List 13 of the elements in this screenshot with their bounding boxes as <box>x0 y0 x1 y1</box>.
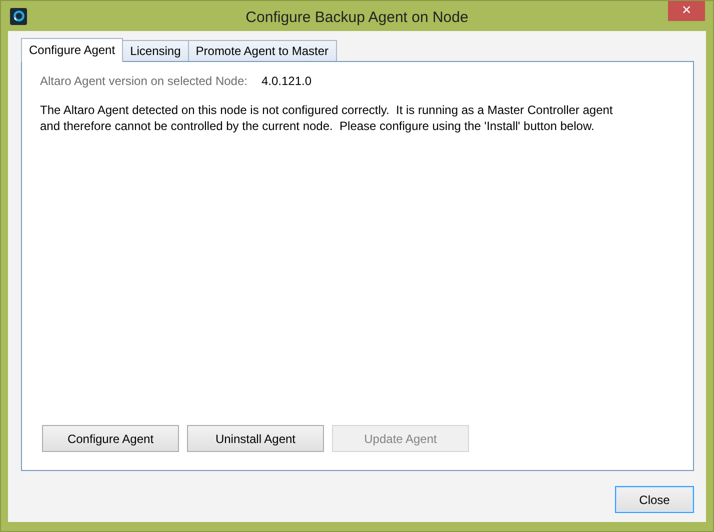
tab[interactable]: Promote Agent to Master <box>188 40 336 61</box>
close-button[interactable]: Close <box>615 486 694 513</box>
window-title: Configure Backup Agent on Node <box>246 8 468 28</box>
app-icon <box>10 8 27 24</box>
close-window-button[interactable]: × <box>668 1 705 21</box>
version-value: 4.0.121.0 <box>261 73 312 90</box>
message-text: The Altaro Agent detected on this node is not configured correctly. It is running as a Master Controller agent <box>40 102 614 118</box>
message-text: and therefore cannot be controlled by the current node. Please configure using the 'Install' button below. <box>40 118 596 134</box>
tab[interactable]: Licensing <box>122 40 189 61</box>
tab[interactable]: Configure Agent <box>21 38 124 62</box>
action-button[interactable]: Configure Agent <box>42 425 179 452</box>
action-button[interactable]: Uninstall Agent <box>187 425 324 452</box>
version-label: Altaro Agent version on selected Node: <box>40 73 248 90</box>
